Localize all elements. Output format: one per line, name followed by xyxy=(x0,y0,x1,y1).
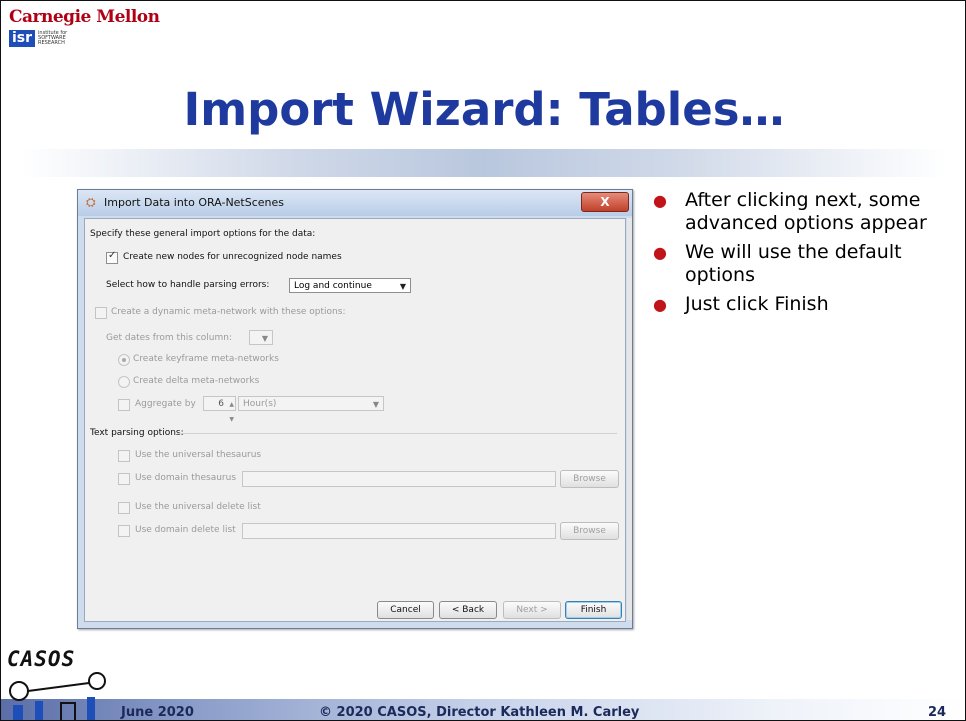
universal-delete-checkbox[interactable] xyxy=(118,502,130,514)
dialog-body: Specify these general import options for… xyxy=(84,218,626,622)
aggregate-spinner[interactable]: 6 ▲ ▼ xyxy=(203,396,236,423)
universal-delete-label: Use the universal delete list xyxy=(135,502,261,512)
dialog-titlebar[interactable]: ⛭ Import Data into ORA-NetScenes X xyxy=(78,190,632,216)
import-dialog: ⛭ Import Data into ORA-NetScenes X Speci… xyxy=(77,189,633,629)
cancel-button[interactable]: Cancel xyxy=(377,601,434,619)
radio-selected-dot xyxy=(122,358,126,362)
bullet-list: ● After clicking next, some advanced opti… xyxy=(653,189,953,322)
text-parsing-heading: Text parsing options: xyxy=(90,428,184,438)
browse-delete-button[interactable]: Browse xyxy=(560,522,619,540)
checkmark-icon: ✓ xyxy=(108,250,117,261)
cmu-wordmark: Carnegie Mellon xyxy=(9,7,160,27)
create-nodes-label: Create new nodes for unrecognized node n… xyxy=(123,252,342,262)
footer-copyright: © 2020 CASOS, Director Kathleen M. Carle… xyxy=(319,705,640,720)
cmu-logo: Carnegie Mellon isr institute for SOFTWA… xyxy=(9,7,160,47)
dialog-title: Import Data into ORA-NetScenes xyxy=(104,196,285,209)
aggregate-checkbox[interactable] xyxy=(118,399,130,411)
domain-thesaurus-path-field[interactable] xyxy=(242,471,556,487)
universal-thesaurus-label: Use the universal thesaurus xyxy=(135,450,262,460)
dates-column-select[interactable]: ▼ xyxy=(249,330,273,345)
delta-radio[interactable] xyxy=(118,376,130,388)
keyframe-radio[interactable] xyxy=(118,354,130,366)
casos-logo: CASOS xyxy=(7,647,76,671)
slide-title: Import Wizard: Tables… xyxy=(183,83,785,136)
parsing-errors-label: Select how to handle parsing errors: xyxy=(106,280,270,290)
dropdown-arrow-icon: ▼ xyxy=(372,400,379,409)
title-underline-bar xyxy=(21,149,947,177)
text-parsing-separator xyxy=(177,433,617,434)
finish-button[interactable]: Finish xyxy=(565,601,622,619)
aggregate-label: Aggregate by xyxy=(135,399,196,409)
page-number: 24 xyxy=(928,705,947,720)
domain-thesaurus-label: Use domain thesaurus xyxy=(135,473,237,483)
spinner-arrows-icon: ▲ ▼ xyxy=(229,401,234,423)
bullet-dot-icon: ● xyxy=(653,243,667,262)
domain-thesaurus-checkbox[interactable] xyxy=(118,473,130,485)
dynamic-metanetwork-label: Create a dynamic meta-network with these… xyxy=(111,307,346,317)
next-button[interactable]: Next > xyxy=(503,601,561,619)
dropdown-arrow-icon: ▼ xyxy=(261,334,268,343)
parsing-errors-select[interactable]: Log and continue ▼ xyxy=(289,278,411,293)
slide: Carnegie Mellon isr institute for SOFTWA… xyxy=(0,0,966,721)
footer-date: June 2020 xyxy=(121,705,194,720)
bullet-item: ● We will use the default options xyxy=(653,241,902,286)
domain-delete-label: Use domain delete list xyxy=(135,525,236,535)
dynamic-metanetwork-checkbox[interactable] xyxy=(95,307,107,319)
bullet-dot-icon: ● xyxy=(653,295,667,314)
isr-mark: isr xyxy=(9,30,36,47)
bullet-dot-icon: ● xyxy=(653,191,667,210)
close-icon: X xyxy=(600,195,610,209)
domain-delete-path-field[interactable] xyxy=(242,523,556,539)
dropdown-arrow-icon: ▼ xyxy=(399,282,406,291)
keyframe-label: Create keyframe meta-networks xyxy=(133,354,279,364)
back-button[interactable]: < Back xyxy=(439,601,497,619)
dates-column-label: Get dates from this column: xyxy=(106,333,232,343)
browse-thesaurus-button[interactable]: Browse xyxy=(560,470,619,488)
isr-logo: isr institute for SOFTWARE RESEARCH xyxy=(9,30,160,47)
dialog-scrollbar[interactable] xyxy=(627,218,632,620)
bullet-item: ● After clicking next, some advanced opti… xyxy=(653,189,927,234)
close-button[interactable]: X xyxy=(581,192,629,212)
bullet-item: ● Just click Finish xyxy=(653,293,829,315)
domain-delete-checkbox[interactable] xyxy=(118,525,130,537)
aggregate-unit-select[interactable]: Hour(s) ▼ xyxy=(238,396,384,411)
create-nodes-checkbox[interactable]: ✓ xyxy=(106,250,118,264)
casos-network-graphic xyxy=(9,672,106,720)
isr-text: institute for SOFTWARE RESEARCH xyxy=(38,30,68,46)
universal-thesaurus-checkbox[interactable] xyxy=(118,450,130,462)
general-options-heading: Specify these general import options for… xyxy=(90,229,316,239)
delta-label: Create delta meta-networks xyxy=(133,376,260,386)
ora-app-icon: ⛭ xyxy=(86,195,96,209)
